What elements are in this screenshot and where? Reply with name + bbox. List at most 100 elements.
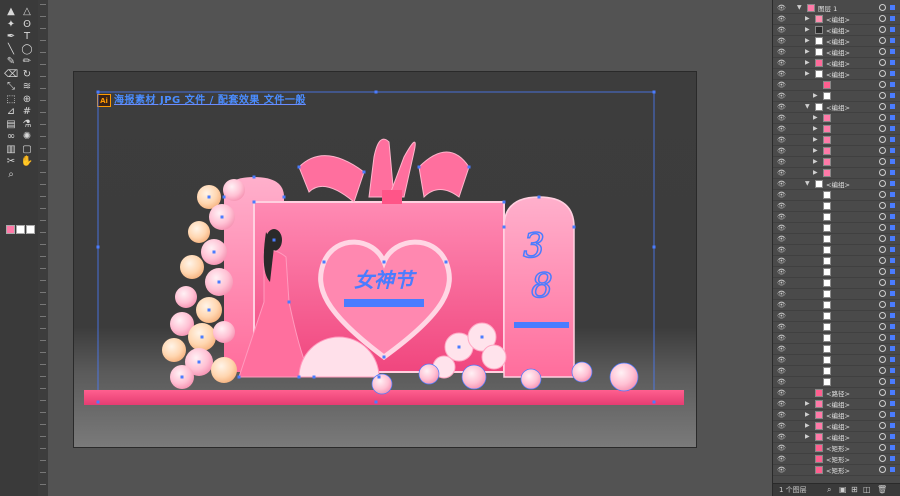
- expand-arrow-icon[interactable]: ▶: [805, 48, 810, 55]
- selection-indicator[interactable]: [890, 280, 895, 285]
- layer-row[interactable]: 👁 ▶ <编组>: [773, 432, 900, 443]
- target-circle-icon[interactable]: [879, 15, 886, 22]
- layer-row[interactable]: 👁 ▼ 图层 1: [773, 3, 900, 14]
- selection-indicator[interactable]: [890, 324, 895, 329]
- selection-indicator[interactable]: [890, 60, 895, 65]
- selection-indicator[interactable]: [890, 456, 895, 461]
- layer-row[interactable]: 👁 ▶ <编组>: [773, 58, 900, 69]
- layer-name[interactable]: <矩形>: [826, 465, 850, 475]
- target-circle-icon[interactable]: [879, 268, 886, 275]
- visibility-eye-icon[interactable]: 👁: [777, 92, 786, 100]
- target-circle-icon[interactable]: [879, 279, 886, 286]
- column-graph-icon[interactable]: ▥: [4, 144, 18, 156]
- selection-indicator[interactable]: [890, 291, 895, 296]
- expand-arrow-icon[interactable]: ▶: [805, 26, 810, 33]
- selection-indicator[interactable]: [890, 346, 895, 351]
- visibility-eye-icon[interactable]: 👁: [777, 389, 786, 397]
- visibility-eye-icon[interactable]: 👁: [777, 400, 786, 408]
- fill-color-swatch[interactable]: [6, 225, 15, 234]
- selection-indicator[interactable]: [890, 258, 895, 263]
- visibility-eye-icon[interactable]: 👁: [777, 466, 786, 474]
- layer-row[interactable]: 👁: [773, 245, 900, 256]
- type-icon[interactable]: T: [20, 31, 34, 43]
- layer-name[interactable]: <编组>: [826, 58, 850, 68]
- target-circle-icon[interactable]: [879, 378, 886, 385]
- selection-indicator[interactable]: [890, 170, 895, 175]
- target-circle-icon[interactable]: [879, 389, 886, 396]
- blend-icon[interactable]: ∞: [4, 131, 18, 143]
- layer-name[interactable]: <编组>: [826, 69, 850, 79]
- layer-row[interactable]: 👁 ▶ <编组>: [773, 410, 900, 421]
- target-circle-icon[interactable]: [879, 37, 886, 44]
- selection-indicator[interactable]: [890, 38, 895, 43]
- layer-row[interactable]: 👁: [773, 234, 900, 245]
- visibility-eye-icon[interactable]: 👁: [777, 213, 786, 221]
- expand-arrow-icon[interactable]: ▶: [805, 59, 810, 66]
- expand-arrow-icon[interactable]: ▶: [813, 158, 818, 165]
- selection-indicator[interactable]: [890, 181, 895, 186]
- mesh-icon[interactable]: #: [20, 106, 34, 118]
- layer-name[interactable]: 图层 1: [818, 3, 837, 13]
- target-circle-icon[interactable]: [879, 125, 886, 132]
- target-circle-icon[interactable]: [879, 246, 886, 253]
- layer-row[interactable]: 👁 ▶: [773, 146, 900, 157]
- artwork-svg[interactable]: 女神节 3 8: [74, 72, 696, 447]
- target-circle-icon[interactable]: [879, 455, 886, 462]
- layer-row[interactable]: 👁 ▶: [773, 135, 900, 146]
- layer-row[interactable]: 👁 <矩形>: [773, 465, 900, 476]
- layer-row[interactable]: 👁: [773, 300, 900, 311]
- layer-row[interactable]: 👁: [773, 80, 900, 91]
- selection-indicator[interactable]: [890, 390, 895, 395]
- layer-row[interactable]: 👁 <路径>: [773, 388, 900, 399]
- layer-row[interactable]: 👁: [773, 377, 900, 388]
- layer-row[interactable]: 👁: [773, 212, 900, 223]
- expand-arrow-icon[interactable]: ▶: [805, 15, 810, 22]
- layer-name[interactable]: <编组>: [826, 410, 850, 420]
- layer-row[interactable]: 👁 ▶ <编组>: [773, 421, 900, 432]
- layer-row[interactable]: 👁 ▶ <编组>: [773, 14, 900, 25]
- visibility-eye-icon[interactable]: 👁: [777, 290, 786, 298]
- gradient-icon[interactable]: ▤: [4, 119, 18, 131]
- layer-row[interactable]: 👁 ▶ <编组>: [773, 69, 900, 80]
- selection-indicator[interactable]: [890, 269, 895, 274]
- visibility-eye-icon[interactable]: 👁: [777, 158, 786, 166]
- selection-indicator[interactable]: [890, 137, 895, 142]
- target-circle-icon[interactable]: [879, 224, 886, 231]
- visibility-eye-icon[interactable]: 👁: [777, 15, 786, 23]
- selection-indicator[interactable]: [890, 82, 895, 87]
- layer-row[interactable]: 👁: [773, 223, 900, 234]
- visibility-eye-icon[interactable]: 👁: [777, 180, 786, 188]
- expand-arrow-icon[interactable]: ▶: [813, 147, 818, 154]
- layer-row[interactable]: 👁 ▶: [773, 124, 900, 135]
- layer-row[interactable]: 👁: [773, 256, 900, 267]
- target-circle-icon[interactable]: [879, 367, 886, 374]
- layer-name[interactable]: <矩形>: [826, 454, 850, 464]
- warp-icon[interactable]: ≋: [20, 81, 34, 93]
- expand-arrow-icon[interactable]: ▶: [805, 37, 810, 44]
- visibility-eye-icon[interactable]: 👁: [777, 433, 786, 441]
- visibility-eye-icon[interactable]: 👁: [777, 235, 786, 243]
- visibility-eye-icon[interactable]: 👁: [777, 301, 786, 309]
- layer-row[interactable]: 👁 ▶: [773, 91, 900, 102]
- expand-arrow-icon[interactable]: ▼: [797, 4, 802, 11]
- expand-arrow-icon[interactable]: ▶: [813, 92, 818, 99]
- target-circle-icon[interactable]: [879, 114, 886, 121]
- target-circle-icon[interactable]: [879, 147, 886, 154]
- target-circle-icon[interactable]: [879, 433, 886, 440]
- target-circle-icon[interactable]: [879, 26, 886, 33]
- delete-layer-icon[interactable]: 🗑: [877, 485, 887, 494]
- layer-row[interactable]: 👁: [773, 278, 900, 289]
- target-circle-icon[interactable]: [879, 4, 886, 11]
- visibility-eye-icon[interactable]: 👁: [777, 125, 786, 133]
- layer-name[interactable]: <编组>: [826, 25, 850, 35]
- target-circle-icon[interactable]: [879, 191, 886, 198]
- selection-indicator[interactable]: [890, 5, 895, 10]
- layer-row[interactable]: 👁: [773, 190, 900, 201]
- visibility-eye-icon[interactable]: 👁: [777, 103, 786, 111]
- selection-indicator[interactable]: [890, 148, 895, 153]
- target-circle-icon[interactable]: [879, 345, 886, 352]
- target-circle-icon[interactable]: [879, 301, 886, 308]
- visibility-eye-icon[interactable]: 👁: [777, 323, 786, 331]
- selection-indicator[interactable]: [890, 126, 895, 131]
- layer-name[interactable]: <编组>: [826, 399, 850, 409]
